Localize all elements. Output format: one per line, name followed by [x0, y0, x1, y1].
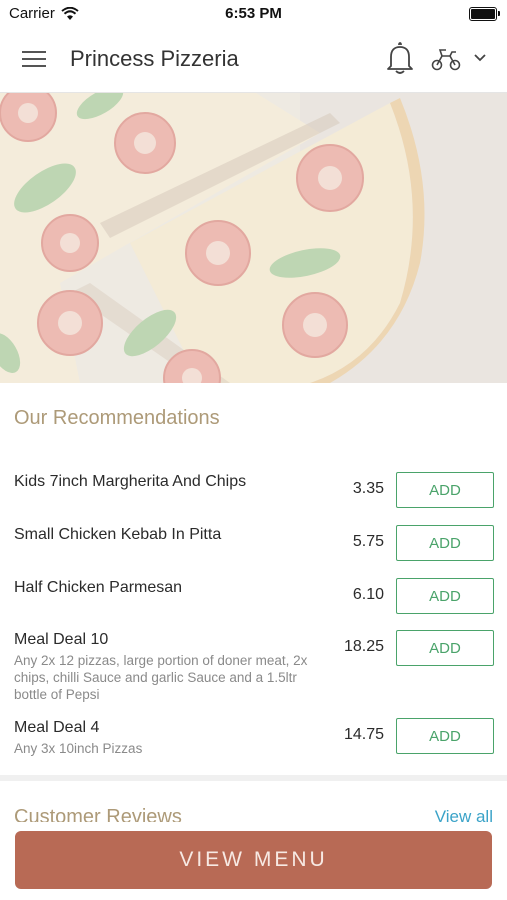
- item-name: Small Chicken Kebab In Pitta: [14, 526, 222, 543]
- add-button[interactable]: ADD: [396, 718, 494, 754]
- item-name: Kids 7inch Margherita And Chips: [14, 473, 247, 490]
- item-price: 5.75: [352, 533, 384, 550]
- delivery-scooter-icon[interactable]: [430, 46, 462, 72]
- section-divider: [0, 775, 507, 781]
- page-title: Princess Pizzeria: [70, 46, 239, 71]
- hero-image: [0, 93, 507, 383]
- chevron-down-icon[interactable]: [472, 52, 488, 64]
- app-header: Princess Pizzeria: [0, 28, 507, 93]
- item-description: Any 2x 12 pizzas, large portion of doner…: [14, 653, 308, 702]
- clock: 6:53 PM: [225, 5, 282, 22]
- battery-icon: [469, 7, 500, 21]
- add-button[interactable]: ADD: [396, 578, 494, 614]
- item-name: Half Chicken Parmesan: [14, 579, 183, 596]
- view-menu-button[interactable]: VIEW MENU: [15, 831, 492, 889]
- add-button[interactable]: ADD: [396, 630, 494, 666]
- item-name: Meal Deal 10: [14, 631, 109, 648]
- item-description: Any 3x 10inch Pizzas: [14, 741, 143, 756]
- item-price: 6.10: [352, 586, 384, 603]
- item-price: 14.75: [343, 726, 384, 743]
- item-name: Meal Deal 4: [14, 719, 100, 736]
- menu-icon[interactable]: [22, 48, 48, 70]
- add-button[interactable]: ADD: [396, 472, 494, 508]
- add-button[interactable]: ADD: [396, 525, 494, 561]
- bell-icon[interactable]: [384, 42, 414, 76]
- item-price: 18.25: [343, 638, 384, 655]
- status-bar: Carrier 6:53 PM: [0, 0, 507, 28]
- item-price: 3.35: [352, 480, 384, 497]
- recommendations-title: Our Recommendations: [14, 407, 220, 429]
